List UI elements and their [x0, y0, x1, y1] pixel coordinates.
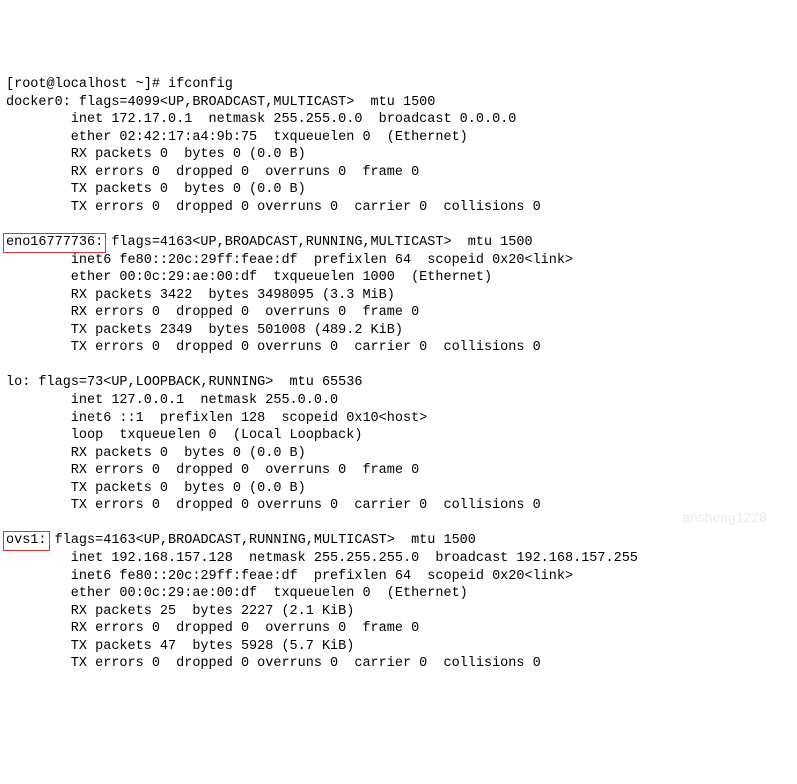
terminal-output: [root@localhost ~]# ifconfig docker0: fl…	[6, 77, 638, 671]
iface-eno-name: eno16777736:	[6, 235, 103, 250]
shell-prompt: [root@localhost ~]#	[6, 77, 168, 92]
iface-lo-tx-packets: TX packets 0 bytes 0 (0.0 B)	[6, 481, 306, 496]
iface-docker0-ether: ether 02:42:17:a4:9b:75 txqueuelen 0 (Et…	[6, 130, 468, 145]
iface-eno-tx-packets: TX packets 2349 bytes 501008 (489.2 KiB)	[6, 323, 403, 338]
iface-lo-tx-errors: TX errors 0 dropped 0 overruns 0 carrier…	[6, 498, 541, 513]
iface-ovs1-inet6: inet6 fe80::20c:29ff:feae:df prefixlen 6…	[6, 569, 573, 584]
iface-ovs1-rx-errors: RX errors 0 dropped 0 overruns 0 frame 0	[6, 621, 419, 636]
iface-docker0-header: flags=4099<UP,BROADCAST,MULTICAST> mtu 1…	[71, 95, 436, 110]
command-text: ifconfig	[168, 77, 233, 92]
iface-lo-rx-packets: RX packets 0 bytes 0 (0.0 B)	[6, 446, 306, 461]
iface-eno-tx-errors: TX errors 0 dropped 0 overruns 0 carrier…	[6, 340, 541, 355]
iface-lo-header: flags=73<UP,LOOPBACK,RUNNING> mtu 65536	[30, 375, 362, 390]
iface-ovs1-name-highlight: ovs1:	[3, 531, 50, 551]
iface-ovs1-inet: inet 192.168.157.128 netmask 255.255.255…	[6, 551, 638, 566]
iface-docker0-rx-errors: RX errors 0 dropped 0 overruns 0 frame 0	[6, 165, 419, 180]
iface-eno-inet6: inet6 fe80::20c:29ff:feae:df prefixlen 6…	[6, 253, 573, 268]
iface-eno-ether: ether 00:0c:29:ae:00:df txqueuelen 1000 …	[6, 270, 492, 285]
iface-lo-rx-errors: RX errors 0 dropped 0 overruns 0 frame 0	[6, 463, 419, 478]
iface-docker0-tx-packets: TX packets 0 bytes 0 (0.0 B)	[6, 182, 306, 197]
iface-eno-rx-errors: RX errors 0 dropped 0 overruns 0 frame 0	[6, 305, 419, 320]
iface-lo-loop: loop txqueuelen 0 (Local Loopback)	[6, 428, 362, 443]
iface-docker0-rx-packets: RX packets 0 bytes 0 (0.0 B)	[6, 147, 306, 162]
iface-docker0-tx-errors: TX errors 0 dropped 0 overruns 0 carrier…	[6, 200, 541, 215]
iface-docker0-name: docker0:	[6, 95, 71, 110]
iface-eno-rx-packets: RX packets 3422 bytes 3498095 (3.3 MiB)	[6, 288, 395, 303]
watermark-text: ansheng1228	[682, 508, 767, 526]
iface-ovs1-ether: ether 00:0c:29:ae:00:df txqueuelen 0 (Et…	[6, 586, 468, 601]
iface-docker0-inet: inet 172.17.0.1 netmask 255.255.0.0 broa…	[6, 112, 516, 127]
iface-eno-name-highlight: eno16777736:	[3, 233, 106, 253]
iface-ovs1-rx-packets: RX packets 25 bytes 2227 (2.1 KiB)	[6, 604, 354, 619]
iface-ovs1-tx-packets: TX packets 47 bytes 5928 (5.7 KiB)	[6, 639, 354, 654]
iface-lo-inet: inet 127.0.0.1 netmask 255.0.0.0	[6, 393, 338, 408]
iface-eno-header: flags=4163<UP,BROADCAST,RUNNING,MULTICAS…	[103, 235, 532, 250]
iface-ovs1-header: flags=4163<UP,BROADCAST,RUNNING,MULTICAS…	[47, 533, 476, 548]
iface-ovs1-tx-errors: TX errors 0 dropped 0 overruns 0 carrier…	[6, 656, 541, 671]
iface-lo-inet6: inet6 ::1 prefixlen 128 scopeid 0x10<hos…	[6, 411, 427, 426]
iface-lo-name: lo:	[6, 375, 30, 390]
iface-ovs1-name: ovs1:	[6, 533, 47, 548]
